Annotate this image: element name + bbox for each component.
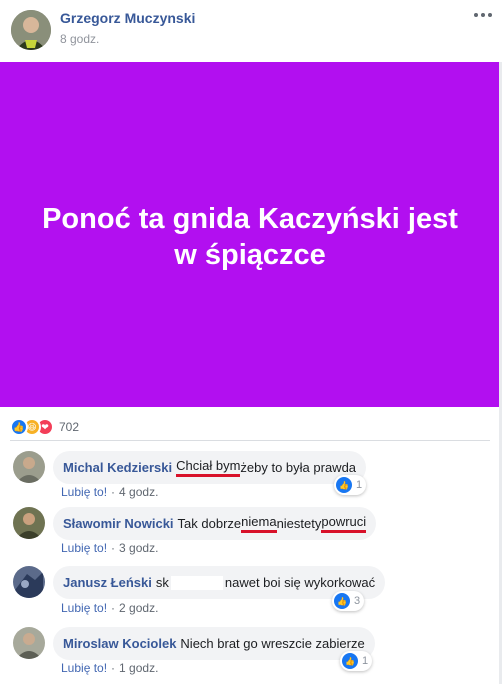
comment-text-underlined: powruci (321, 514, 367, 533)
post-text-background: Ponoć ta gnida Kaczyński jest w śpiączce (0, 62, 500, 407)
like-button[interactable]: Lubię to! (61, 541, 107, 555)
comment-text-underlined: niema (241, 514, 277, 533)
post-header: Grzegorz Muczynski 8 godz. (0, 0, 502, 62)
comment-bubble: Miroslaw Kociolek Niech brat go wreszcie… (53, 627, 375, 660)
author-avatar[interactable] (11, 10, 51, 50)
like-button[interactable]: Lubię to! (61, 661, 107, 675)
commenter-name[interactable]: Janusz Łeński (63, 575, 152, 590)
commenter-name[interactable]: Sławomir Nowicki (63, 516, 174, 531)
comment-reaction-count: 1 (356, 479, 363, 491)
commenter-avatar[interactable] (13, 566, 45, 598)
like-icon: 👍 (334, 593, 350, 609)
post-reactions[interactable]: 👍 😆 ❤ 702 (10, 417, 79, 437)
commenter-name[interactable]: Miroslaw Kociolek (63, 636, 176, 651)
more-options-icon[interactable] (474, 8, 494, 22)
commenter-name[interactable]: Michal Kedzierski (63, 460, 172, 475)
divider (10, 440, 490, 441)
comment-text: nawet boi się wykorkować (224, 575, 376, 590)
commenter-avatar[interactable] (13, 451, 45, 483)
comment-reaction-count: 1 (362, 655, 369, 667)
comment-time[interactable]: 4 godz. (119, 485, 158, 499)
post-author-name[interactable]: Grzegorz Muczynski (60, 10, 195, 26)
comment-time[interactable]: 3 godz. (119, 541, 158, 555)
commenter-avatar[interactable] (13, 507, 45, 539)
comment-actions: Lubię to! · 4 godz. (61, 485, 159, 499)
like-button[interactable]: Lubię to! (61, 485, 107, 499)
comment-time[interactable]: 2 godz. (119, 601, 158, 615)
comment-text-underlined: Chciał bym (176, 458, 241, 477)
comment-actions: Lubię to! · 1 godz. (61, 661, 159, 675)
comment-actions: Lubię to! · 3 godz. (61, 541, 159, 555)
post-time[interactable]: 8 godz. (60, 32, 99, 46)
like-icon: 👍 (10, 418, 28, 436)
comment-reaction-count: 3 (354, 595, 361, 607)
comment-text: Tak dobrze (177, 516, 242, 531)
comment-bubble: Michal Kedzierski Chciał bym żeby to był… (53, 451, 367, 484)
comment-reactions[interactable]: 👍 1 (340, 651, 373, 671)
comment-time[interactable]: 1 godz. (119, 661, 158, 675)
like-button[interactable]: Lubię to! (61, 601, 107, 615)
reaction-count[interactable]: 702 (59, 420, 79, 434)
commenter-avatar[interactable] (13, 627, 45, 659)
post-text: Ponoć ta gnida Kaczyński jest w śpiączce (42, 202, 458, 271)
comment-actions: Lubię to! · 2 godz. (61, 601, 159, 615)
comment-reactions[interactable]: 👍 3 (332, 591, 365, 611)
like-icon: 👍 (336, 477, 352, 493)
comment-text: niestety (276, 516, 322, 531)
censored-block (170, 575, 223, 590)
comment-reactions[interactable]: 👍 1 (334, 475, 367, 495)
comment-text: Niech brat go wreszcie zabierze (180, 636, 365, 651)
comment-text: sk (155, 575, 169, 590)
comment-text: żeby to była prawda (240, 460, 357, 475)
like-icon: 👍 (342, 653, 358, 669)
comment-bubble: Sławomir Nowicki Tak dobrze niema nieste… (53, 507, 377, 540)
